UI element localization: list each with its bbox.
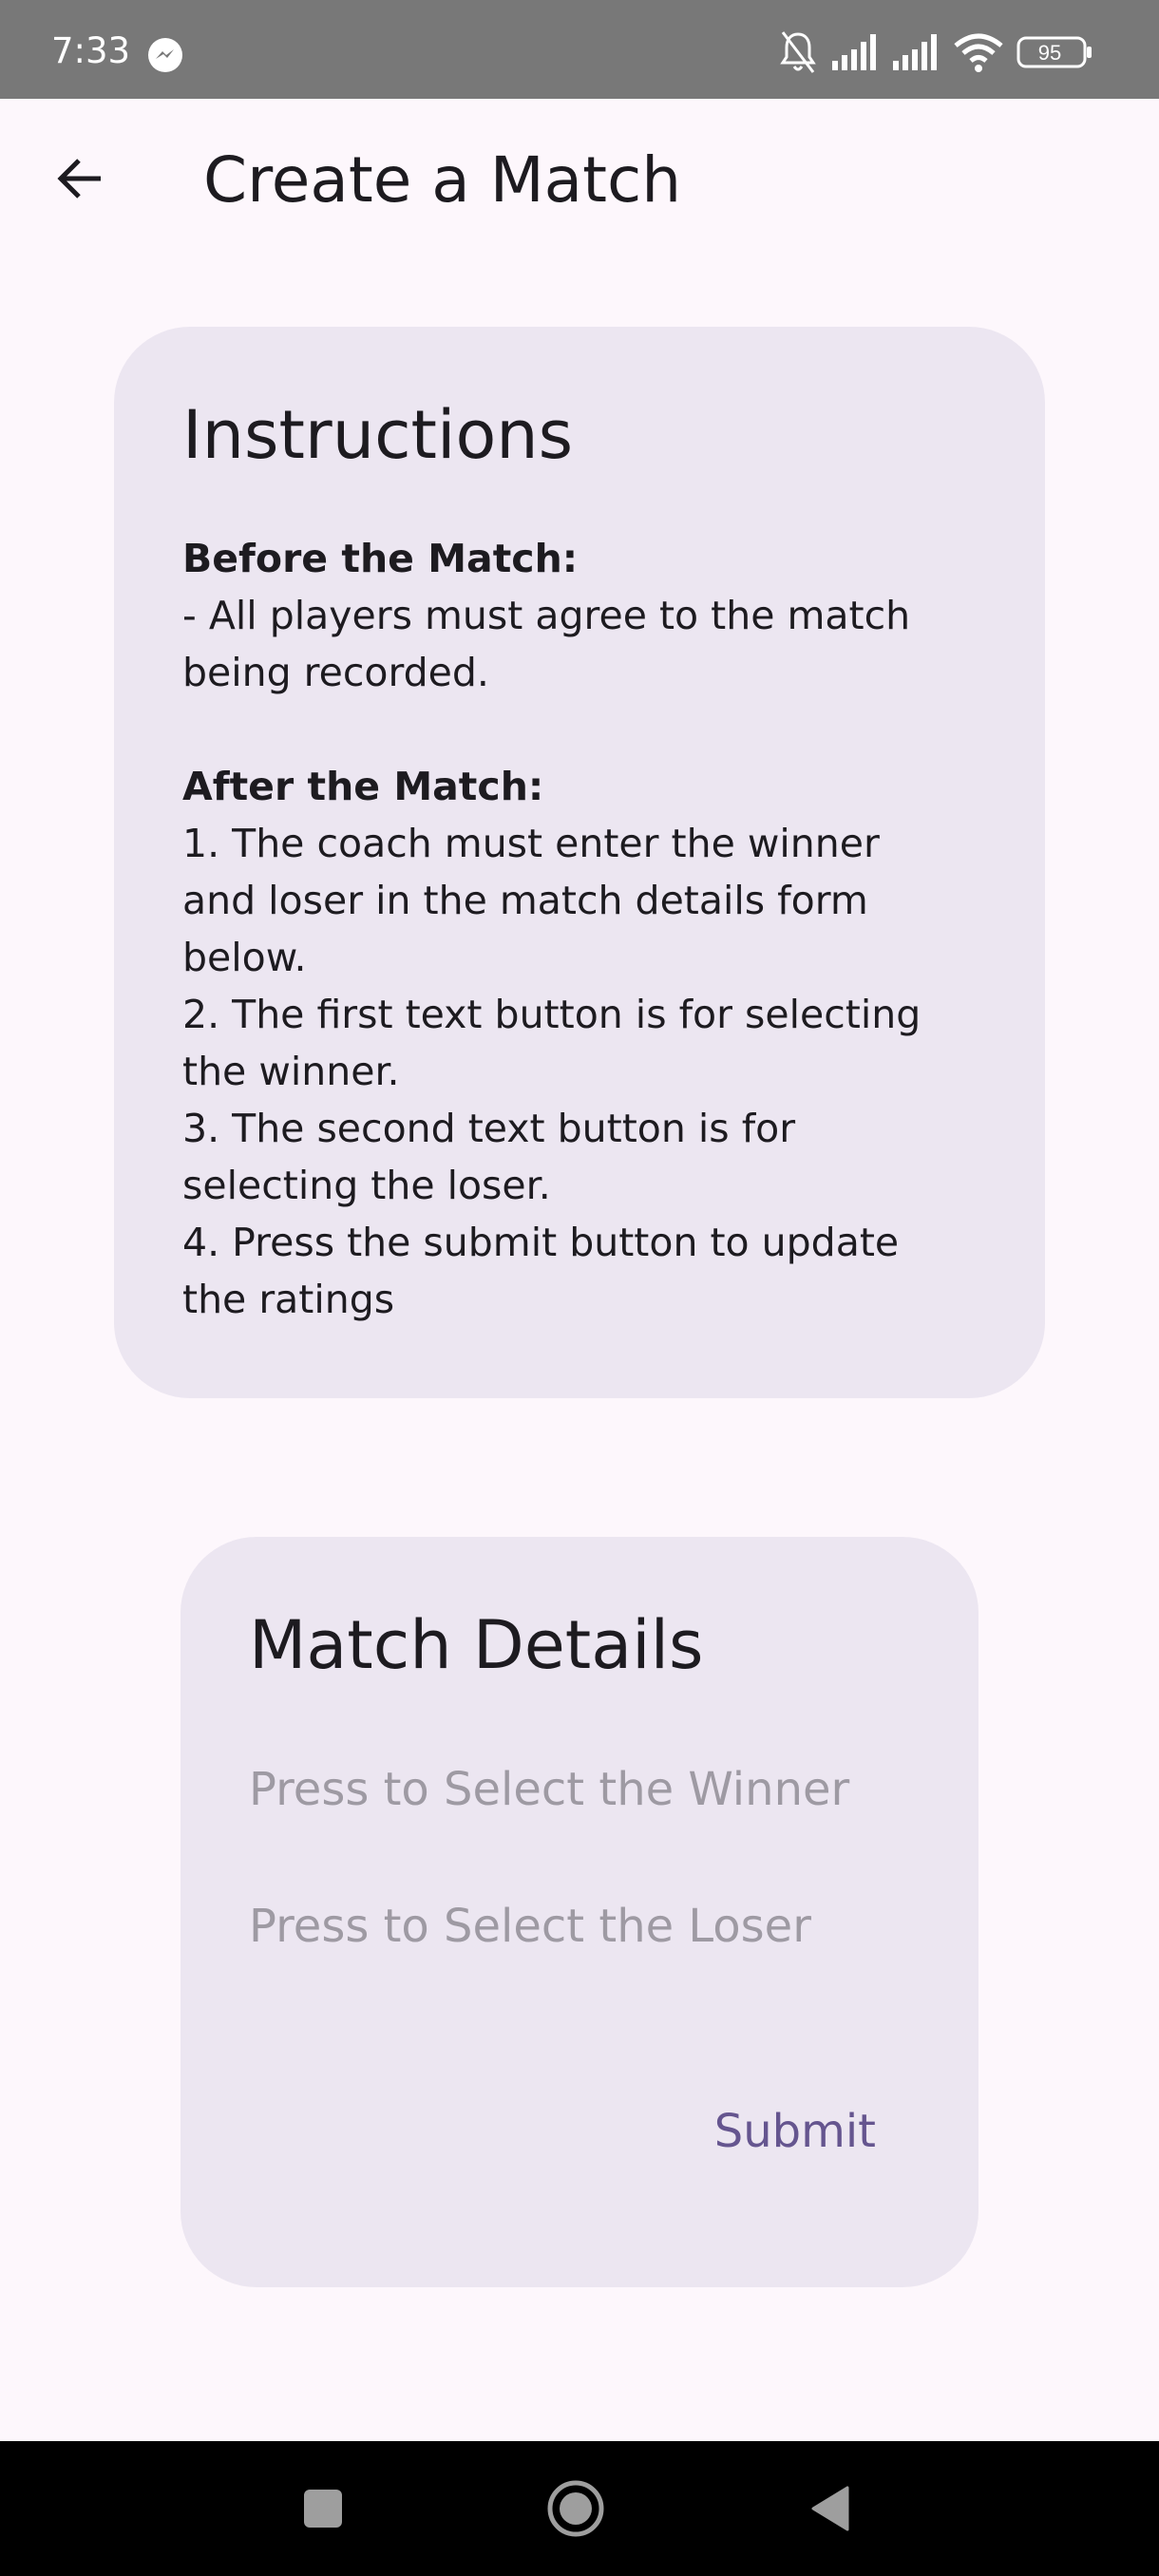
before-heading: Before the Match: bbox=[182, 536, 579, 581]
wifi-icon bbox=[954, 33, 1003, 72]
instruction-line: 1. The coach must enter the winner bbox=[182, 821, 880, 866]
submit-button[interactable]: Submit bbox=[714, 2103, 876, 2160]
app-bar: Create a Match bbox=[0, 99, 1159, 258]
select-loser-button[interactable]: Press to Select the Loser bbox=[249, 1898, 811, 1955]
battery-level: 95 bbox=[1037, 41, 1062, 65]
back-button[interactable] bbox=[34, 133, 125, 224]
arrow-back-icon bbox=[57, 159, 101, 199]
instruction-line: being recorded. bbox=[182, 650, 489, 695]
status-time: 7:33 bbox=[51, 30, 131, 71]
match-details-title: Match Details bbox=[249, 1606, 704, 1684]
instruction-line: the ratings bbox=[182, 1277, 395, 1322]
instructions-card: Instructions Before the Match: - All pla… bbox=[114, 327, 1045, 1398]
match-details-card: Match Details Press to Select the Winner… bbox=[180, 1537, 978, 2287]
after-heading: After the Match: bbox=[182, 764, 544, 809]
page-title: Create a Match bbox=[203, 143, 682, 217]
instructions-body: Before the Match: - All players must agr… bbox=[182, 530, 990, 1328]
nav-back-button[interactable] bbox=[783, 2441, 878, 2576]
instruction-line: 4. Press the submit button to update bbox=[182, 1220, 900, 1265]
home-button[interactable] bbox=[528, 2441, 623, 2576]
status-bar: 7:33 95 bbox=[0, 0, 1159, 99]
instruction-line: below. bbox=[182, 935, 307, 980]
instructions-title: Instructions bbox=[182, 396, 574, 474]
recents-icon bbox=[304, 2490, 342, 2528]
mute-icon bbox=[780, 31, 816, 73]
messenger-icon bbox=[148, 38, 182, 72]
instruction-line: - All players must agree to the match bbox=[182, 593, 911, 638]
home-icon bbox=[547, 2480, 604, 2537]
instruction-line: 2. The first text button is for selectin… bbox=[182, 992, 922, 1037]
instruction-line: selecting the loser. bbox=[182, 1163, 551, 1208]
back-triangle-icon bbox=[811, 2486, 849, 2531]
recents-button[interactable] bbox=[276, 2441, 370, 2576]
system-nav-bar bbox=[0, 2441, 1159, 2576]
instruction-line: and loser in the match details form bbox=[182, 878, 868, 923]
instruction-line: the winner. bbox=[182, 1049, 400, 1094]
instruction-line: 3. The second text button is for bbox=[182, 1106, 796, 1151]
select-winner-button[interactable]: Press to Select the Winner bbox=[249, 1761, 849, 1818]
signal-icon bbox=[893, 34, 937, 70]
signal-icon bbox=[832, 34, 876, 70]
